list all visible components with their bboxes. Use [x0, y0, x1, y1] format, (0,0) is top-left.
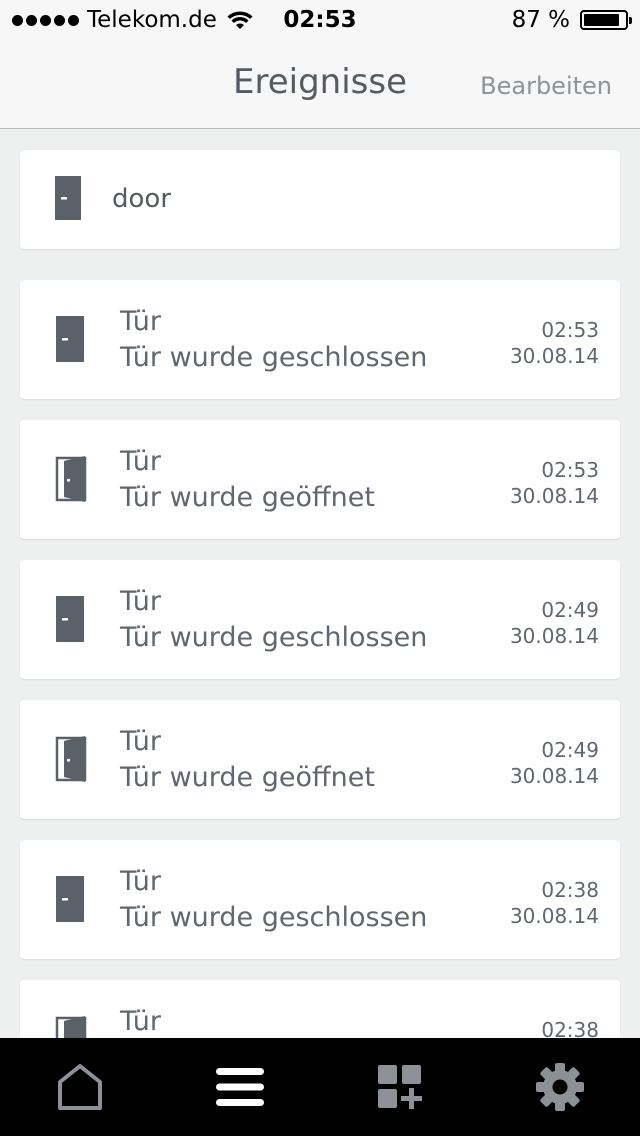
event-text: Tür wurde geschlossen	[120, 622, 428, 653]
battery-percentage: 87 %	[511, 7, 570, 33]
navigation-bar: Ereignisse Bearbeiten	[0, 40, 640, 129]
event-list[interactable]: door Tür Tür wurde geschlossen 02:53 30.08.…	[0, 130, 640, 1038]
door-open-icon	[55, 736, 87, 782]
event-card[interactable]: Tür Tür wurde geöffnet 02:53 30.08.14	[20, 420, 620, 539]
edit-button[interactable]: Bearbeiten	[480, 72, 612, 100]
gear-icon	[536, 1063, 584, 1111]
event-date: 30.08.14	[509, 764, 599, 788]
battery-level	[584, 14, 619, 26]
battery-icon	[580, 10, 632, 30]
event-title: Tür	[120, 866, 162, 897]
device-name: door	[112, 184, 172, 214]
event-text: Tür wurde geöffnet	[120, 482, 375, 513]
tab-home[interactable]	[0, 1038, 160, 1136]
event-text: Tür wurde geschlossen	[120, 902, 428, 933]
tab-bar	[0, 1038, 640, 1136]
menu-icon	[216, 1068, 264, 1106]
device-card[interactable]: door	[20, 150, 620, 249]
event-card[interactable]: Tür Tür wurde geschlossen 02:38 30.08.14	[20, 840, 620, 959]
event-time: 02:49	[541, 598, 599, 622]
event-time: 02:38	[541, 878, 599, 902]
event-title: Tür	[120, 1006, 162, 1037]
tab-settings[interactable]	[480, 1038, 640, 1136]
home-icon	[58, 1064, 102, 1110]
door-closed-icon	[55, 176, 81, 220]
tab-add-widget[interactable]	[320, 1038, 480, 1136]
event-date: 30.08.14	[509, 484, 599, 508]
event-time: 02:53	[541, 318, 599, 342]
door-open-icon	[55, 456, 87, 502]
event-card[interactable]: Tür Tür wurde geöffnet 02:49 30.08.14	[20, 700, 620, 819]
event-time: 02:49	[541, 738, 599, 762]
status-right: 87 %	[511, 7, 632, 33]
grid-add-icon	[378, 1065, 422, 1109]
event-date: 30.08.14	[509, 344, 599, 368]
event-card[interactable]: Tür Tür wurde geschlossen 02:49 30.08.14	[20, 560, 620, 679]
event-title: Tür	[120, 306, 162, 337]
door-closed-icon	[56, 596, 84, 642]
event-title: Tür	[120, 586, 162, 617]
event-card[interactable]: Tür 02:38	[20, 980, 620, 1038]
event-time: 02:53	[541, 458, 599, 482]
event-title: Tür	[120, 726, 162, 757]
event-text: Tür wurde geschlossen	[120, 342, 428, 373]
event-date: 30.08.14	[509, 904, 599, 928]
event-text: Tür wurde geöffnet	[120, 762, 375, 793]
door-closed-icon	[56, 876, 84, 922]
event-date: 30.08.14	[509, 624, 599, 648]
event-card[interactable]: Tür Tür wurde geschlossen 02:53 30.08.14	[20, 280, 620, 399]
status-bar: Telekom.de 02:53 87 %	[0, 0, 640, 40]
door-closed-icon	[56, 316, 84, 362]
tab-events[interactable]	[160, 1038, 320, 1136]
event-time: 02:38	[541, 1018, 599, 1038]
event-title: Tür	[120, 446, 162, 477]
door-open-icon	[55, 1016, 87, 1038]
